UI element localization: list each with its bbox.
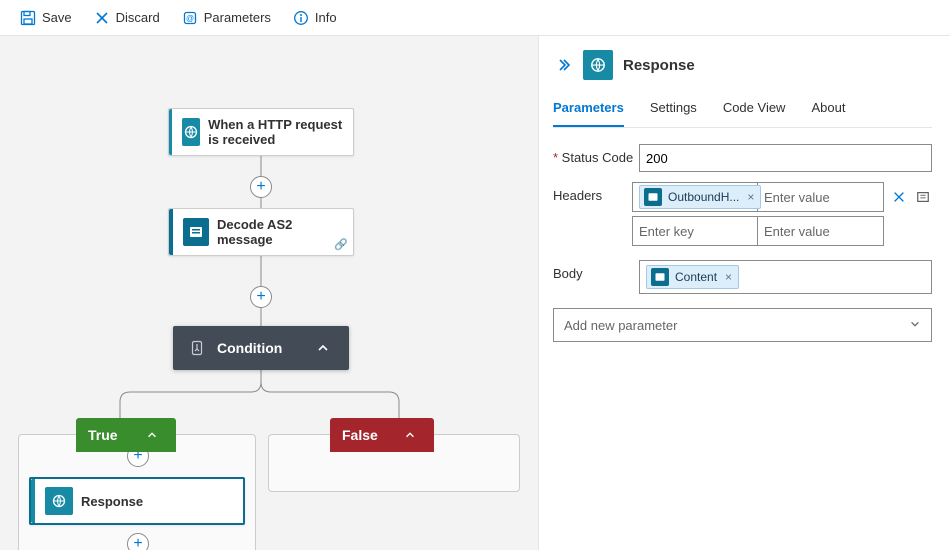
header-key-cell[interactable]: OutboundH... × [633,183,758,211]
header-value-input[interactable]: Enter value [758,217,883,245]
collapse-panel-button[interactable] [553,55,573,75]
add-parameter-dropdown[interactable]: Add new parameter [553,308,932,342]
discard-button[interactable]: Discard [84,6,170,30]
link-icon: 🔗 [334,238,348,251]
header-key-input[interactable]: Enter key [633,217,758,245]
chevron-up-icon[interactable] [140,423,164,447]
header-key-token[interactable]: OutboundH... × [639,185,761,209]
chevron-down-icon [909,318,921,333]
add-step-button[interactable]: + [250,286,272,308]
decode-node[interactable]: Decode AS2 message [168,208,354,256]
switch-mode-button[interactable] [890,188,908,206]
designer-canvas[interactable]: When a HTTP request is received + Decode… [0,36,538,550]
tab-about[interactable]: About [811,94,845,127]
save-icon [20,10,36,26]
token-icon [644,188,662,206]
toolbar: Save Discard @ Parameters Info [0,0,950,36]
remove-token-icon[interactable]: × [723,270,734,284]
chevron-up-icon[interactable] [398,423,422,447]
http-request-icon [182,118,200,146]
panel-tabs: Parameters Settings Code View About [553,94,932,128]
trigger-node[interactable]: When a HTTP request is received [168,108,354,156]
response-icon [583,50,613,80]
remove-token-icon[interactable]: × [745,190,756,204]
tab-codeview[interactable]: Code View [723,94,786,127]
chevron-up-icon[interactable] [311,336,335,360]
true-header[interactable]: True [76,418,176,452]
headers-label: Headers [553,182,632,203]
discard-icon [94,10,110,26]
condition-icon [187,338,207,358]
as2-icon [183,218,209,246]
status-code-label: Status Code [553,144,639,165]
response-node[interactable]: Response [29,477,245,525]
info-button[interactable]: Info [283,6,347,30]
response-icon [45,487,73,515]
save-button[interactable]: Save [10,6,82,30]
tab-settings[interactable]: Settings [650,94,697,127]
add-step-button[interactable]: + [127,533,149,550]
header-value-cell[interactable]: Enter value [758,183,883,211]
body-input[interactable]: Content × [639,260,932,294]
parameters-icon: @ [182,10,198,26]
status-code-input[interactable] [639,144,932,172]
add-step-button[interactable]: + [250,176,272,198]
token-icon [651,268,669,286]
more-button[interactable] [914,188,932,206]
condition-node[interactable]: Condition [173,326,349,370]
info-icon [293,10,309,26]
tab-parameters[interactable]: Parameters [553,94,624,127]
parameters-button[interactable]: @ Parameters [172,6,281,30]
svg-text:@: @ [186,14,194,23]
false-header[interactable]: False [330,418,434,452]
panel-title: Response [623,57,695,74]
properties-panel: Response Parameters Settings Code View A… [538,36,950,550]
body-token[interactable]: Content × [646,265,739,289]
body-label: Body [553,260,639,281]
